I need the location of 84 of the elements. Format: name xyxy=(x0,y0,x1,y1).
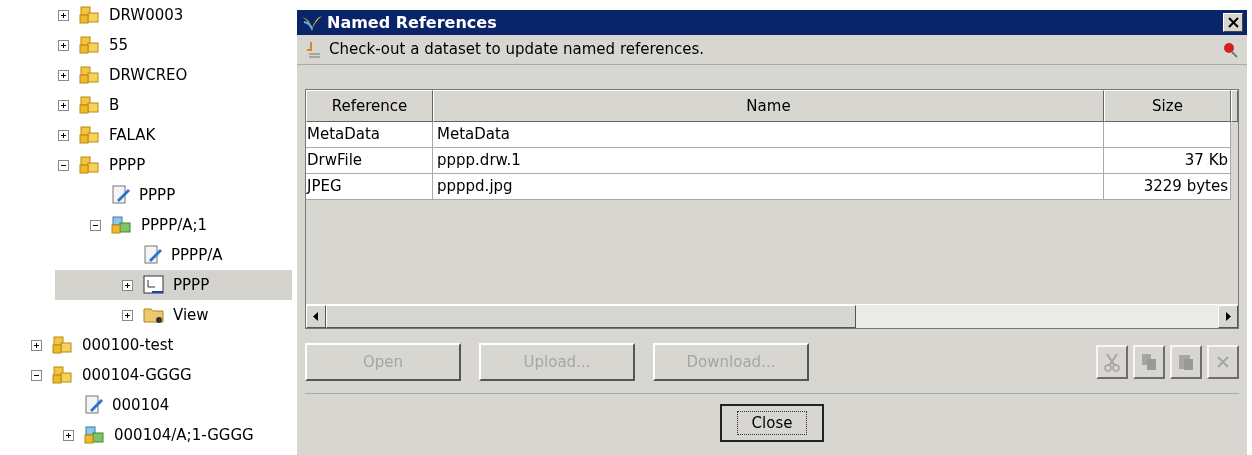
tree-label: B xyxy=(109,94,120,116)
document-pencil-icon xyxy=(84,395,104,415)
tree-label: FALAK xyxy=(109,124,156,146)
table-cell: pppp.drw.1 xyxy=(433,148,1104,173)
drawing-icon xyxy=(143,275,165,295)
column-header[interactable]: Reference xyxy=(306,90,433,122)
tree-label: PPPP xyxy=(173,274,210,296)
tree-label: PPPP/A xyxy=(171,244,223,266)
table-cell: 37 Kb xyxy=(1104,148,1231,173)
close-icon xyxy=(1227,17,1239,28)
tree-row[interactable]: DRWCREO xyxy=(55,60,292,90)
tree-row[interactable]: B xyxy=(55,90,292,120)
left-arrow-icon xyxy=(313,312,319,321)
expand-icon[interactable] xyxy=(30,339,42,351)
right-arrow-icon xyxy=(1225,312,1231,321)
cubes-icon xyxy=(52,365,74,385)
horizontal-scrollbar[interactable] xyxy=(306,304,1238,328)
close-dialog-button[interactable]: Close xyxy=(720,404,824,442)
cubes-icon xyxy=(79,95,101,115)
tree-row[interactable]: FALAK xyxy=(55,120,292,150)
cubes-icon xyxy=(79,5,101,25)
column-header[interactable]: Size xyxy=(1104,90,1231,122)
expand-icon[interactable] xyxy=(57,69,69,81)
cubes-icon xyxy=(79,155,101,175)
tree-label: DRW0003 xyxy=(109,4,184,26)
tree-row[interactable]: PPPP xyxy=(55,150,292,180)
tree-label: PPPP xyxy=(139,184,176,206)
collapse-icon[interactable] xyxy=(57,159,69,171)
tree-label: 55 xyxy=(109,34,129,56)
message-text: Check-out a dataset to update named references. xyxy=(329,39,706,61)
tree-row[interactable]: 55 xyxy=(55,30,292,60)
tree-row[interactable]: PPPP xyxy=(55,180,292,210)
copy-icon xyxy=(1140,352,1158,372)
cubes-icon xyxy=(84,425,106,445)
tree-row[interactable]: PPPP/A xyxy=(55,240,292,270)
document-pencil-icon xyxy=(111,185,131,205)
tree-row[interactable]: 000104 xyxy=(28,390,292,420)
expand-icon[interactable] xyxy=(121,279,133,291)
folder-icon xyxy=(143,305,165,325)
expand-icon[interactable] xyxy=(57,9,69,21)
table-cell: ppppd.jpg xyxy=(433,174,1104,199)
table-cell: JPEG xyxy=(306,174,433,199)
cubes-icon xyxy=(111,215,133,235)
table-cell: 3229 bytes xyxy=(1104,174,1231,199)
scissors-icon xyxy=(1103,352,1121,372)
cubes-icon xyxy=(52,335,74,355)
tree-row[interactable]: PPPP xyxy=(55,270,292,300)
pin-icon xyxy=(1221,40,1239,59)
tree-label: 000104/A;1-GGGG xyxy=(114,424,254,446)
window-title: Named References xyxy=(327,11,498,34)
tree-row[interactable]: View xyxy=(55,300,292,330)
expand-icon[interactable] xyxy=(57,99,69,111)
table-cell: MetaData xyxy=(433,122,1104,147)
cubes-icon xyxy=(79,125,101,145)
close-button[interactable] xyxy=(1223,13,1243,32)
tree-row[interactable]: 000104-GGGG xyxy=(28,360,292,390)
column-header[interactable]: Name xyxy=(433,90,1104,122)
tree-label: 000104 xyxy=(112,394,170,416)
info-icon xyxy=(305,40,321,59)
tree-label: PPPP/A;1 xyxy=(141,214,208,236)
table-cell: MetaData xyxy=(306,122,433,147)
tree-label: 000104-GGGG xyxy=(82,364,192,386)
tree-label: PPPP xyxy=(109,154,146,176)
tree-row[interactable]: DRW0003 xyxy=(55,0,292,30)
paste-icon xyxy=(1177,352,1195,372)
tree-row[interactable]: PPPP/A;1 xyxy=(55,210,292,240)
cubes-icon xyxy=(79,65,101,85)
tree-row[interactable]: 000100-test xyxy=(28,330,292,360)
tree-label: DRWCREO xyxy=(109,64,188,86)
close-icon xyxy=(1216,355,1230,369)
document-pencil-icon xyxy=(143,245,163,265)
table-cell: DrwFile xyxy=(306,148,433,173)
column-header xyxy=(1231,90,1238,122)
expand-icon[interactable] xyxy=(57,39,69,51)
collapse-icon[interactable] xyxy=(89,219,101,231)
expand-icon[interactable] xyxy=(57,129,69,141)
scrollbar-thumb[interactable] xyxy=(326,305,856,328)
cubes-icon xyxy=(79,35,101,55)
tree-label: View xyxy=(173,304,209,326)
expand-icon[interactable] xyxy=(62,429,74,441)
expand-icon[interactable] xyxy=(121,309,133,321)
collapse-icon[interactable] xyxy=(30,369,42,381)
tree-label: 000100-test xyxy=(82,334,174,356)
tree-row[interactable]: 000104/A;1-GGGG xyxy=(28,420,292,450)
